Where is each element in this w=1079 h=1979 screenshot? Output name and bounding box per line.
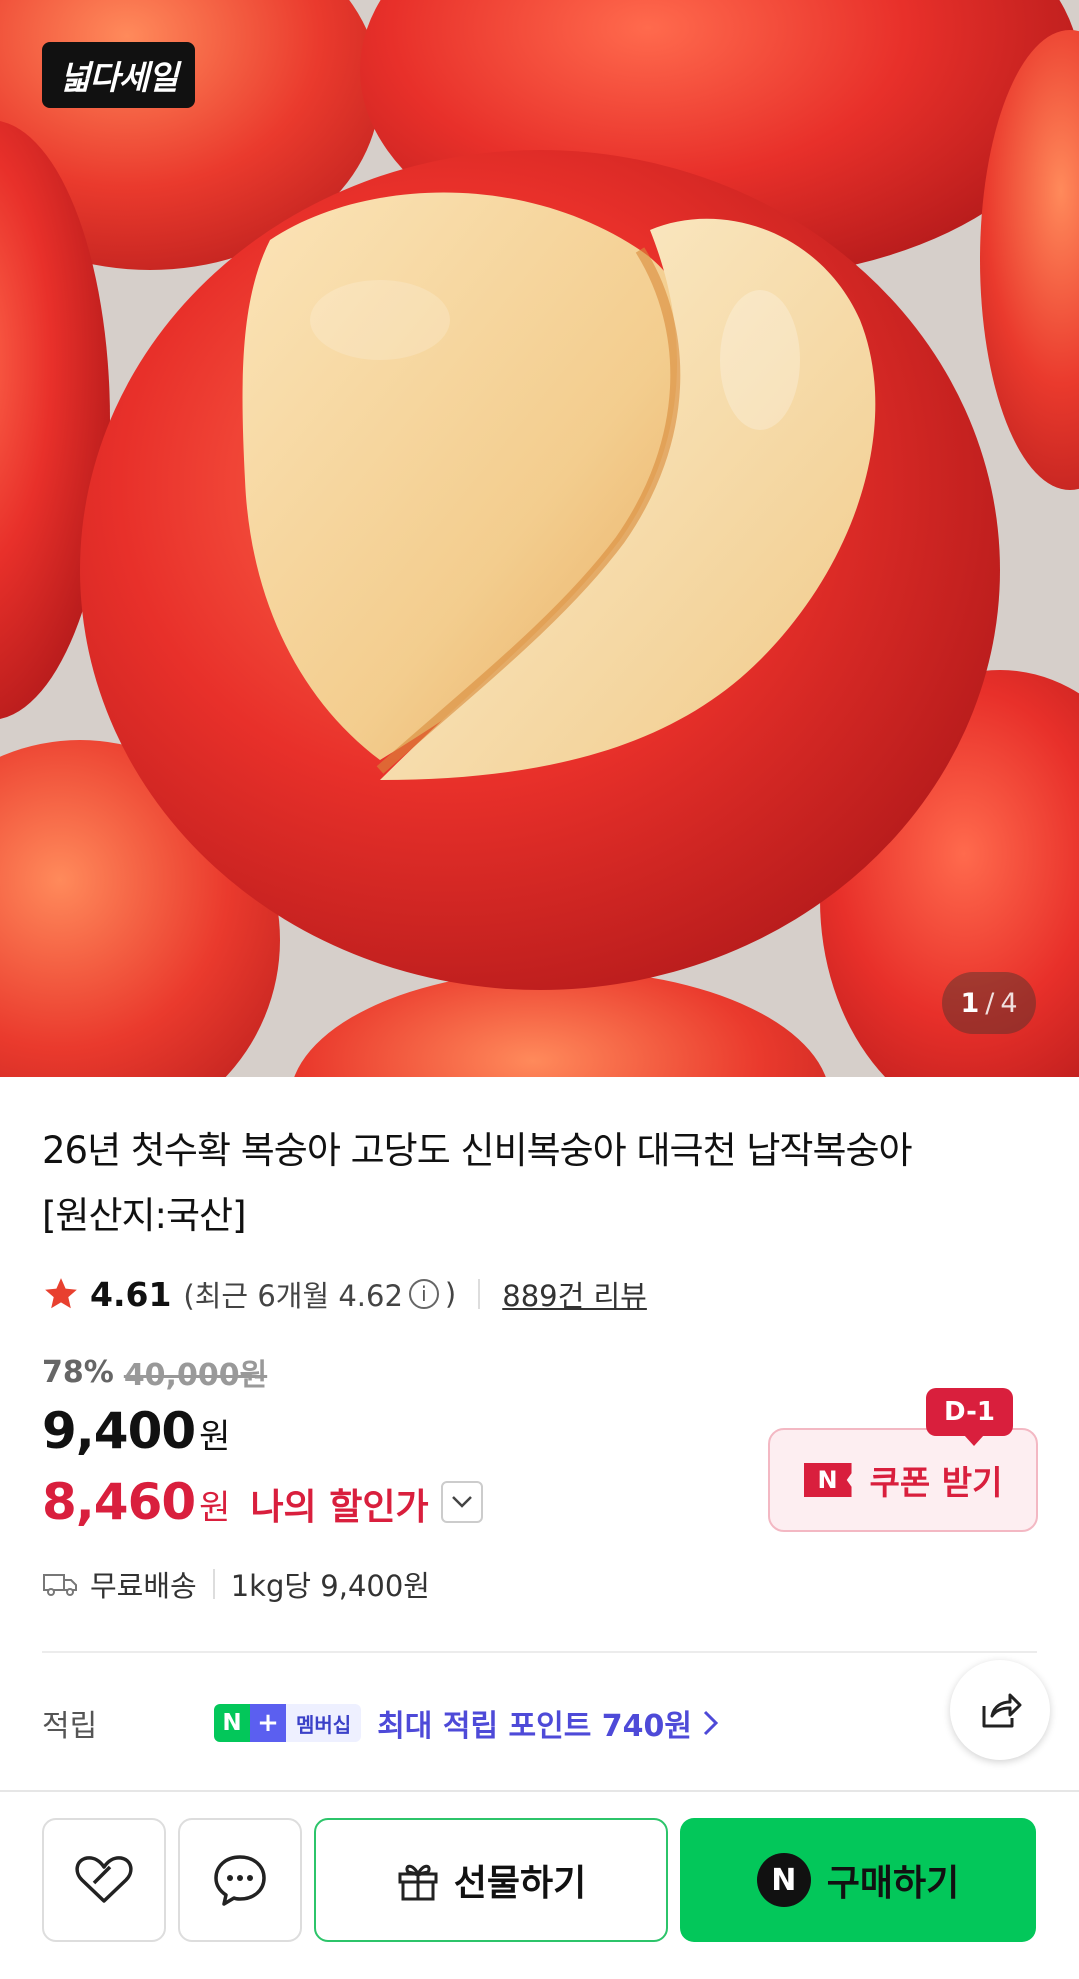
my-price-dropdown[interactable] — [440, 1481, 483, 1523]
badge-membership: 멤버십 — [286, 1704, 362, 1742]
chevron-right-icon — [703, 1710, 719, 1736]
shipping-fee: 무료배송 — [90, 1569, 197, 1603]
gift-label: 선물하기 — [453, 1863, 587, 1904]
recent-rating: (최근 6개월 4.62 i ) — [183, 1273, 456, 1315]
badge-plus: + — [250, 1704, 286, 1742]
naver-coupon-icon: N — [803, 1463, 852, 1497]
product-title: 26년 첫수확 복숭아 고당도 신비복숭아 대극천 납작복숭아 [원산지:국산] — [42, 1118, 1032, 1248]
original-price: 40,000원 — [123, 1358, 268, 1393]
my-price-unit: 원 — [199, 1488, 231, 1528]
info-icon[interactable]: i — [408, 1279, 439, 1309]
image-counter-total: 4 — [1000, 987, 1018, 1019]
recent-rating-text: (최근 6개월 4.62 — [183, 1279, 403, 1313]
section-divider — [42, 1651, 1037, 1653]
star-icon — [45, 1278, 77, 1309]
price-meta: 78% 40,000원 — [42, 1350, 267, 1394]
bottom-action-bar: 선물하기 N 구매하기 — [0, 1818, 1079, 1950]
points-label: 적립 — [42, 1709, 98, 1744]
coupon-deadline-badge: D-1 — [926, 1388, 1013, 1446]
buy-button[interactable]: N 구매하기 — [680, 1818, 1036, 1942]
wishlist-button[interactable] — [42, 1818, 166, 1942]
points-row[interactable]: 적립 N + 멤버십 최대 적립 포인트 740원 — [42, 1698, 722, 1748]
peach-photo — [0, 0, 1079, 1077]
coupon-widget: N 쿠폰 받기 D-1 — [768, 1388, 1038, 1534]
my-price-value: 8,460 — [42, 1473, 196, 1531]
shipping-row: 무료배송 1kg당 9,400원 — [42, 1562, 430, 1606]
chevron-down-icon — [451, 1496, 472, 1508]
buy-label: 구매하기 — [826, 1863, 960, 1904]
my-price-label: 나의 할인가 — [250, 1487, 429, 1528]
image-counter: 1 / 4 — [942, 972, 1036, 1034]
product-image-carousel[interactable]: 넓다세일 1 / 4 — [0, 0, 1079, 1077]
sale-event-badge: 넓다세일 — [42, 42, 196, 108]
heart-icon — [75, 1856, 133, 1903]
share-button[interactable] — [950, 1660, 1050, 1760]
gift-button[interactable]: 선물하기 — [314, 1818, 668, 1942]
bottom-bar-divider — [0, 1790, 1079, 1792]
divider — [478, 1279, 481, 1309]
naver-plus-membership-badge: N + 멤버십 — [214, 1704, 362, 1742]
unit-price: 1kg당 9,400원 — [230, 1569, 430, 1603]
chat-bubble-icon — [214, 1855, 266, 1906]
image-counter-current: 1 — [960, 987, 980, 1019]
coupon-label: 쿠폰 받기 — [869, 1463, 1003, 1502]
my-discount-price: 8,460 원 나의 할인가 — [42, 1473, 483, 1531]
coupon-download-button[interactable]: N 쿠폰 받기 — [768, 1428, 1038, 1532]
discount-rate: 78% — [42, 1354, 114, 1390]
talktalk-chat-button[interactable] — [178, 1818, 302, 1942]
gift-icon — [398, 1864, 438, 1901]
review-count-link[interactable]: 889건 리뷰 — [502, 1273, 647, 1315]
max-points-text: 최대 적립 포인트 740원 — [377, 1709, 692, 1744]
rating-value: 4.61 — [90, 1274, 172, 1314]
truck-icon — [43, 1574, 77, 1596]
naver-pay-icon: N — [756, 1853, 811, 1907]
product-title-line1: 26년 첫수확 복숭아 고당도 신비복숭아 대극천 납작복숭아 — [42, 1129, 913, 1172]
sale-price-unit: 원 — [199, 1417, 231, 1457]
badge-n: N — [214, 1704, 250, 1742]
image-counter-separator: / — [985, 987, 995, 1019]
sale-price: 9,400 원 — [42, 1402, 230, 1460]
recent-rating-close: ) — [444, 1277, 457, 1311]
share-icon — [982, 1693, 1022, 1728]
product-origin: [원산지:국산] — [42, 1194, 247, 1237]
rating-row: 4.61 (최근 6개월 4.62 i ) 889건 리뷰 — [42, 1272, 647, 1316]
sale-price-value: 9,400 — [42, 1402, 196, 1460]
divider — [212, 1569, 215, 1599]
